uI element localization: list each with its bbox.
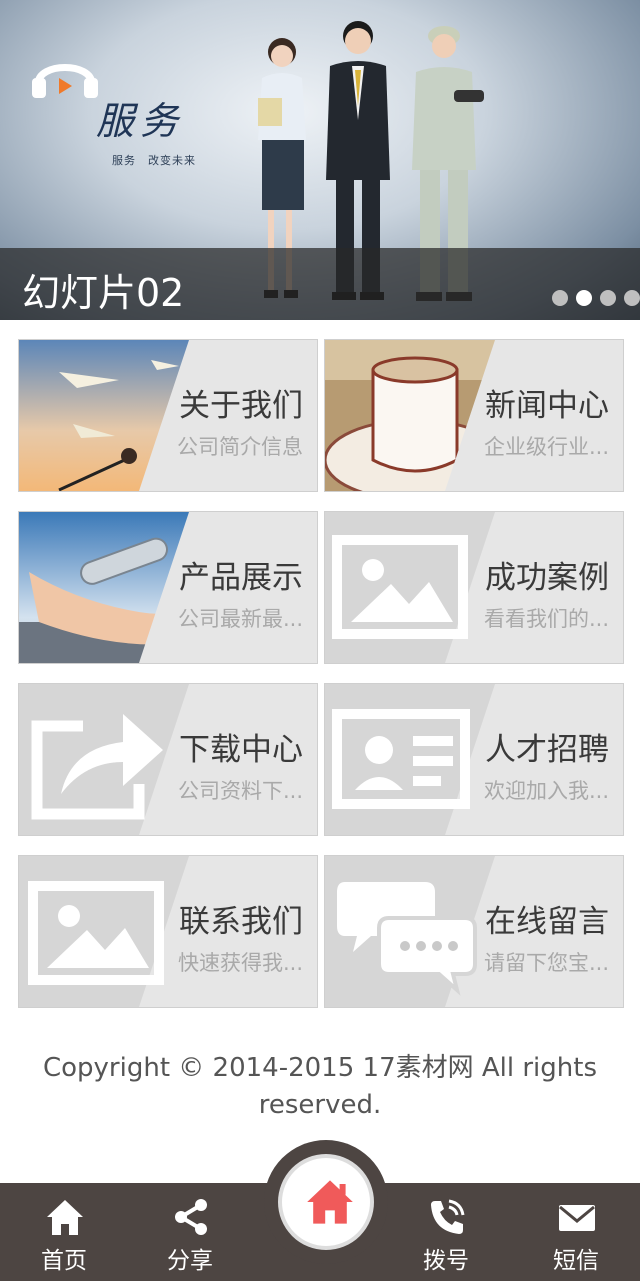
image-placeholder-icon: [332, 535, 468, 639]
home-icon: [307, 1180, 353, 1224]
copyright-text: Copyright © 2014-2015 17素材网 All rights r…: [42, 1053, 598, 1120]
tile-success-cases[interactable]: 成功案例 看看我们的...: [324, 511, 624, 664]
tile-desc: 公司资料下...: [177, 779, 303, 803]
slider-dot[interactable]: [600, 290, 616, 306]
nav-label: 首页: [41, 1248, 87, 1274]
tile-about-us[interactable]: 关于我们 公司简介信息: [18, 339, 318, 492]
tile-title: 产品展示: [179, 560, 303, 596]
tile-desc: 快速获得我...: [177, 951, 303, 975]
tile-title: 成功案例: [485, 560, 609, 596]
share-arrow-icon: [31, 714, 163, 820]
tile-desc: 公司简介信息: [177, 435, 303, 459]
tile-desc: 看看我们的...: [483, 607, 609, 631]
tile-desc: 公司最新最...: [177, 607, 303, 631]
slider-pagination: [552, 290, 640, 306]
center-home-button[interactable]: [264, 1140, 388, 1264]
headphone-icon: [32, 64, 98, 98]
tile-download-center[interactable]: 下载中心 公司资料下...: [18, 683, 318, 836]
nav-label: 拨号: [423, 1248, 469, 1274]
slider-dot[interactable]: [624, 290, 640, 306]
tile-recruitment[interactable]: 人才招聘 欢迎加入我...: [324, 683, 624, 836]
tile-contact-us[interactable]: 联系我们 快速获得我...: [18, 855, 318, 1008]
nav-dial[interactable]: 拨号: [396, 1183, 496, 1281]
phone-icon: [431, 1199, 465, 1234]
tile-title: 新闻中心: [485, 388, 609, 424]
tile-news-center[interactable]: 新闻中心 企业级行业...: [324, 339, 624, 492]
nav-share[interactable]: 分享: [140, 1183, 240, 1281]
tile-online-message[interactable]: 在线留言 请留下您宝...: [324, 855, 624, 1008]
mobile-site-page: 服务 服务 改变未来 幻灯片02 关于我们 公司简介信息 新闻中心 企业级行业.…: [0, 0, 640, 1281]
tile-title: 下载中心: [179, 732, 303, 768]
center-home-button-face: [278, 1154, 374, 1250]
tile-title: 人才招聘: [485, 732, 609, 768]
slide-caption-bar: 幻灯片02: [0, 248, 640, 320]
tile-title: 联系我们: [179, 904, 303, 940]
tile-products[interactable]: 产品展示 公司最新最...: [18, 511, 318, 664]
brand-tagline: 服务 改变未来: [112, 154, 196, 167]
slide-caption: 幻灯片02: [22, 271, 185, 315]
share-icon: [175, 1199, 207, 1235]
tile-title: 关于我们: [179, 388, 303, 424]
nav-label: 短信: [553, 1248, 599, 1274]
tile-title: 在线留言: [485, 904, 609, 940]
id-card-icon: [332, 709, 470, 809]
nav-sms[interactable]: 短信: [526, 1183, 626, 1281]
image-placeholder-icon: [28, 881, 164, 985]
mail-icon: [559, 1205, 595, 1231]
nav-label: 分享: [167, 1248, 213, 1274]
slider-dot-active[interactable]: [576, 290, 592, 306]
chat-bubbles-icon: [337, 882, 477, 996]
home-icon: [47, 1200, 83, 1235]
tile-desc: 请留下您宝...: [483, 951, 609, 975]
brand-script-text: 服务: [96, 99, 185, 143]
banner-slider[interactable]: 服务 服务 改变未来 幻灯片02: [0, 0, 640, 320]
tile-desc: 欢迎加入我...: [483, 779, 609, 803]
slider-dot[interactable]: [552, 290, 568, 306]
tile-desc: 企业级行业...: [483, 435, 609, 459]
nav-home[interactable]: 首页: [14, 1183, 114, 1281]
